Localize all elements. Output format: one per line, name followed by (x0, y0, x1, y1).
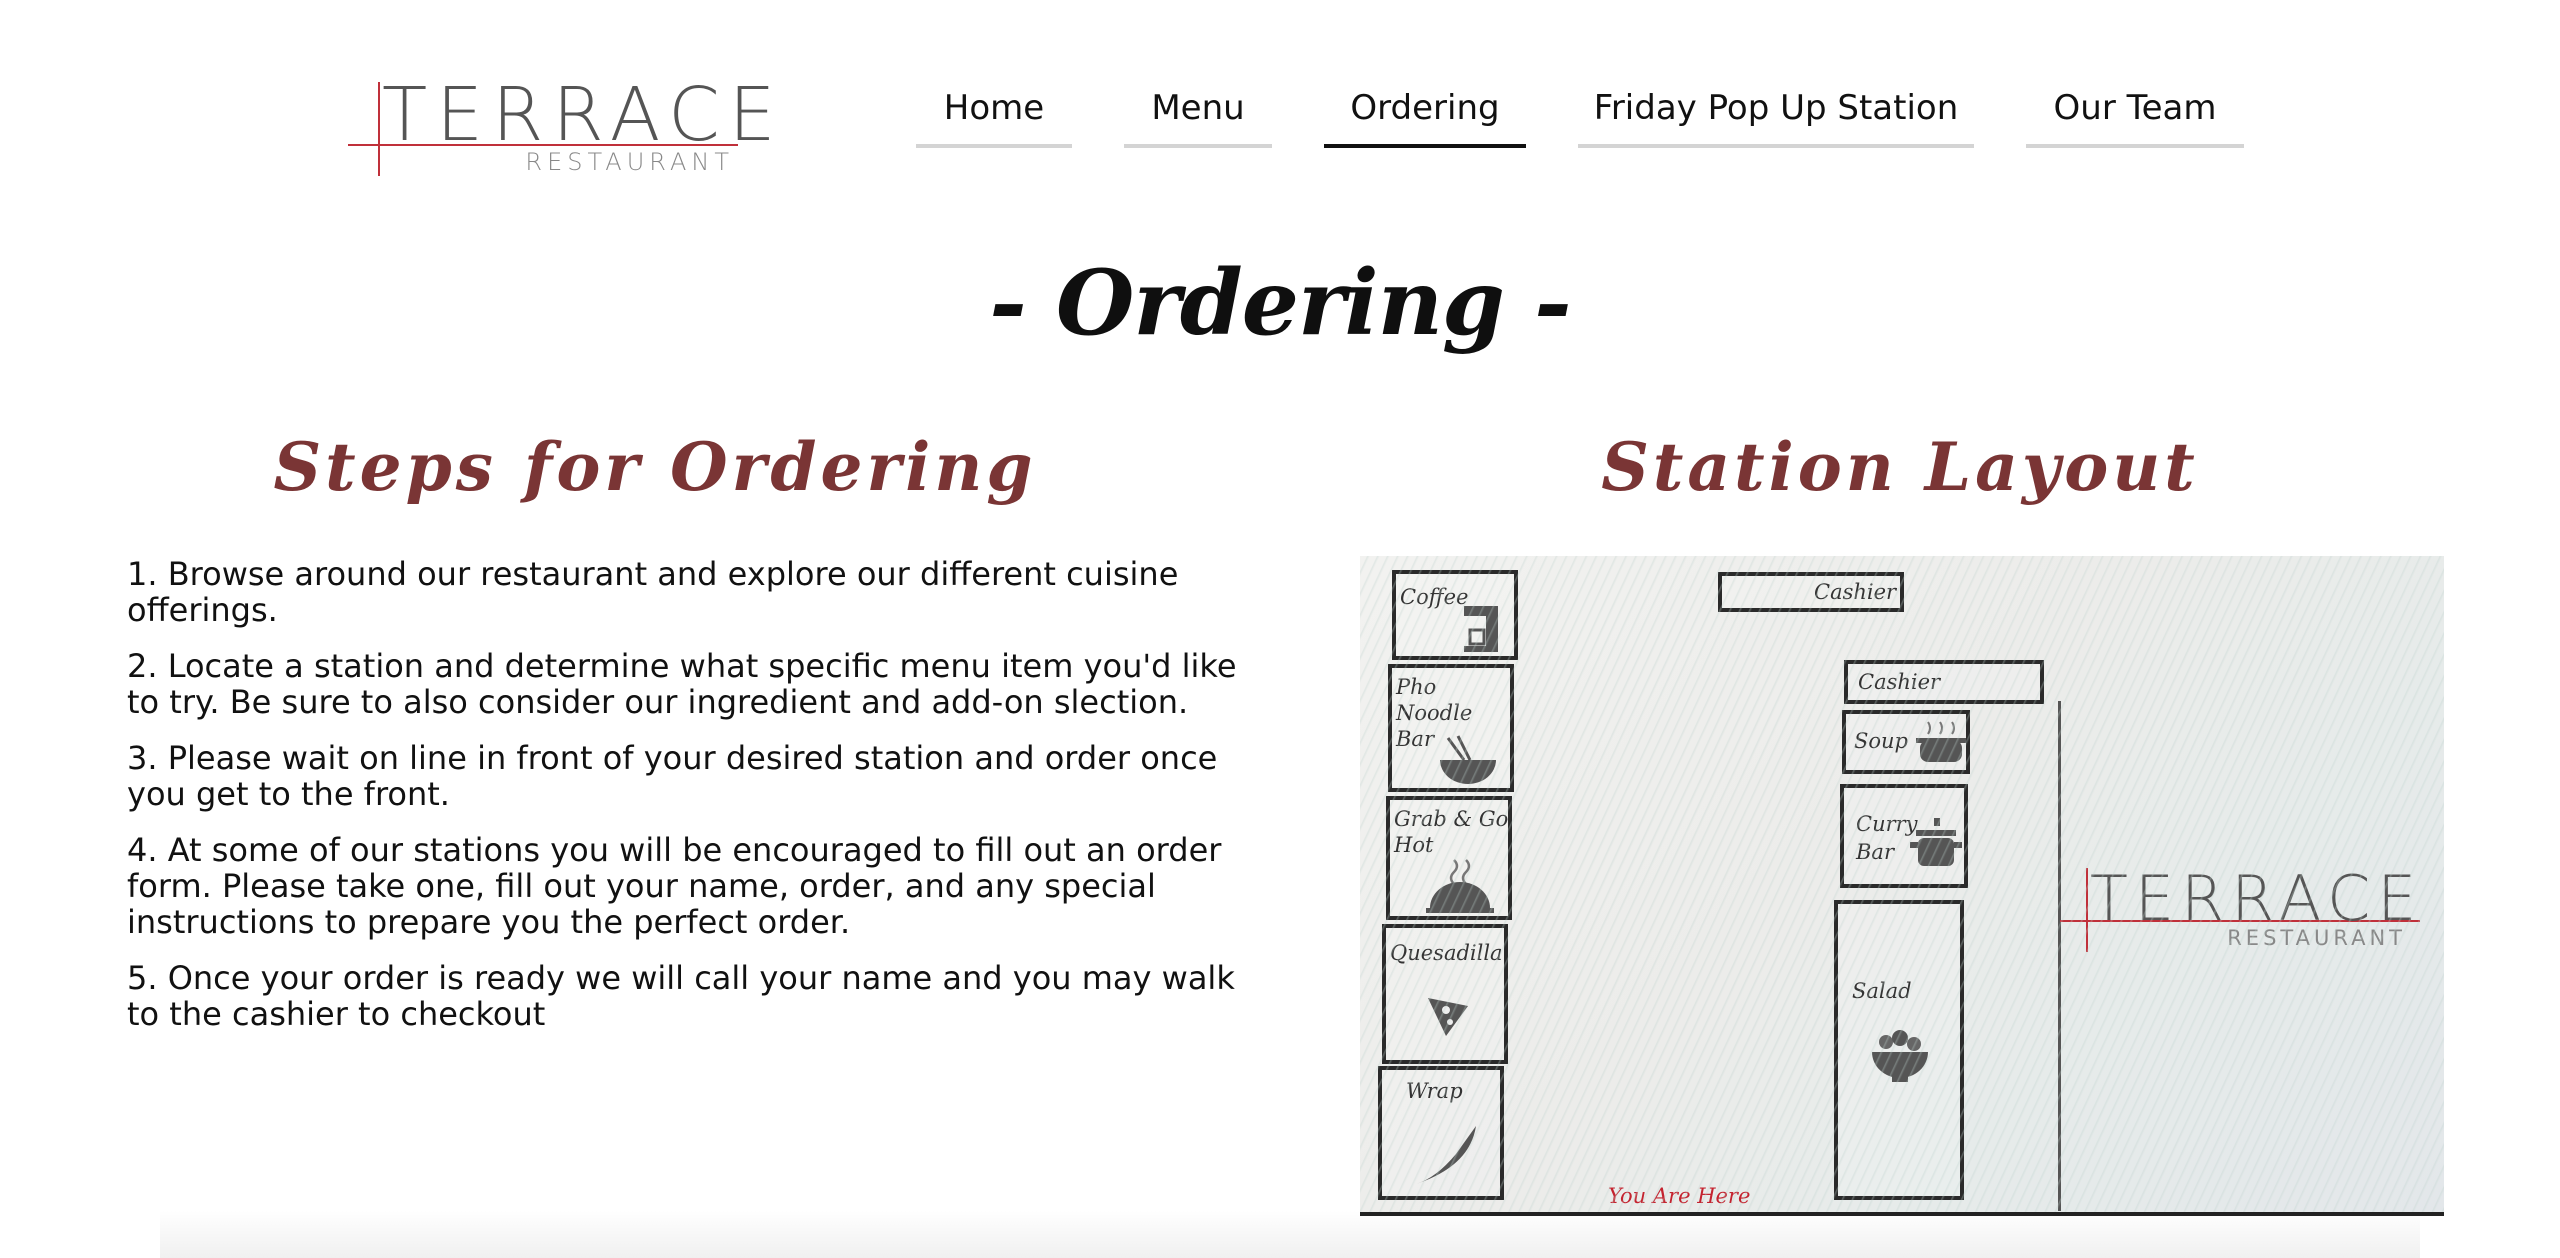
logo-subtitle: RESTAURANT (2227, 926, 2406, 950)
logo-subtitle: RESTAURANT (525, 148, 734, 176)
nav-home[interactable]: Home (916, 80, 1072, 148)
station-layout-heading: Station Layout (1601, 428, 2199, 506)
station-pho-noodle-bar: Pho Noodle Bar (1388, 664, 1514, 792)
step-item: 4. At some of our stations you will be e… (127, 831, 1222, 941)
step-item: 2. Locate a station and determine what s… (127, 647, 1237, 721)
station-coffee: Coffee (1392, 570, 1518, 660)
quesadilla-slice-icon (1428, 998, 1468, 1036)
station-label: Wrap (1406, 1079, 1463, 1103)
bottom-shadow (160, 1210, 2420, 1258)
station-label: Coffee (1400, 585, 1469, 609)
salad-bowl-icon (1872, 1030, 1928, 1082)
station-layout-image: Coffee Pho Noodle Bar Grab & Go Hot Ques… (1360, 556, 2444, 1216)
layout-terrace-logo: TERRACE RESTAURANT (2060, 868, 2420, 958)
logo-wordmark: TERRACE (2090, 862, 2424, 935)
chili-pepper-icon (1416, 1126, 1476, 1184)
nav-ordering[interactable]: Ordering (1324, 80, 1526, 148)
logo-accent-vertical (2086, 868, 2088, 952)
station-quesadilla: Quesadilla (1382, 924, 1508, 1064)
station-label: Soup (1854, 729, 1908, 753)
station-cashier: Cashier (1844, 660, 2044, 704)
coffee-machine-icon (1464, 606, 1498, 652)
curry-pot-icon (1910, 818, 1962, 866)
station-soup: Soup (1842, 710, 1970, 774)
station-salad: Salad (1834, 900, 1964, 1200)
logo-accent-vertical (378, 82, 380, 176)
step-item: 3. Please wait on line in front of your … (127, 739, 1218, 813)
station-label: Cashier (1858, 670, 1941, 694)
nav-friday-pop-up-station[interactable]: Friday Pop Up Station (1578, 80, 1974, 148)
page-title: - Ordering - (989, 250, 1571, 356)
station-label: Curry Bar (1856, 812, 1918, 864)
station-grab-and-go-hot: Grab & Go Hot (1386, 796, 1512, 920)
station-wrap: Wrap (1378, 1066, 1504, 1200)
steps-list: 1. Browse around our restaurant and expl… (127, 556, 1267, 1052)
soup-pot-icon (1916, 721, 1966, 762)
terrace-logo[interactable]: TERRACE RESTAURANT (348, 78, 776, 180)
station-curry-bar: Curry Bar (1840, 784, 1968, 888)
station-label: Grab & Go Hot (1394, 807, 1509, 857)
nav-menu[interactable]: Menu (1124, 80, 1272, 148)
station-label: Quesadilla (1390, 941, 1503, 965)
step-item: 1. Browse around our restaurant and expl… (127, 555, 1179, 629)
station-label: Salad (1852, 979, 1912, 1003)
step-item: 5. Once your order is ready we will call… (127, 959, 1235, 1033)
station-cashier-top: Cashier (1718, 572, 1904, 612)
steps-heading: Steps for Ordering (273, 428, 1037, 506)
nav-our-team[interactable]: Our Team (2026, 80, 2244, 148)
noodle-bowl-icon (1440, 735, 1496, 784)
you-are-here-label: You Are Here (1608, 1184, 1751, 1208)
station-label: Cashier (1814, 580, 1897, 604)
logo-wordmark: TERRACE (382, 72, 785, 158)
serving-cloche-icon (1426, 859, 1494, 913)
